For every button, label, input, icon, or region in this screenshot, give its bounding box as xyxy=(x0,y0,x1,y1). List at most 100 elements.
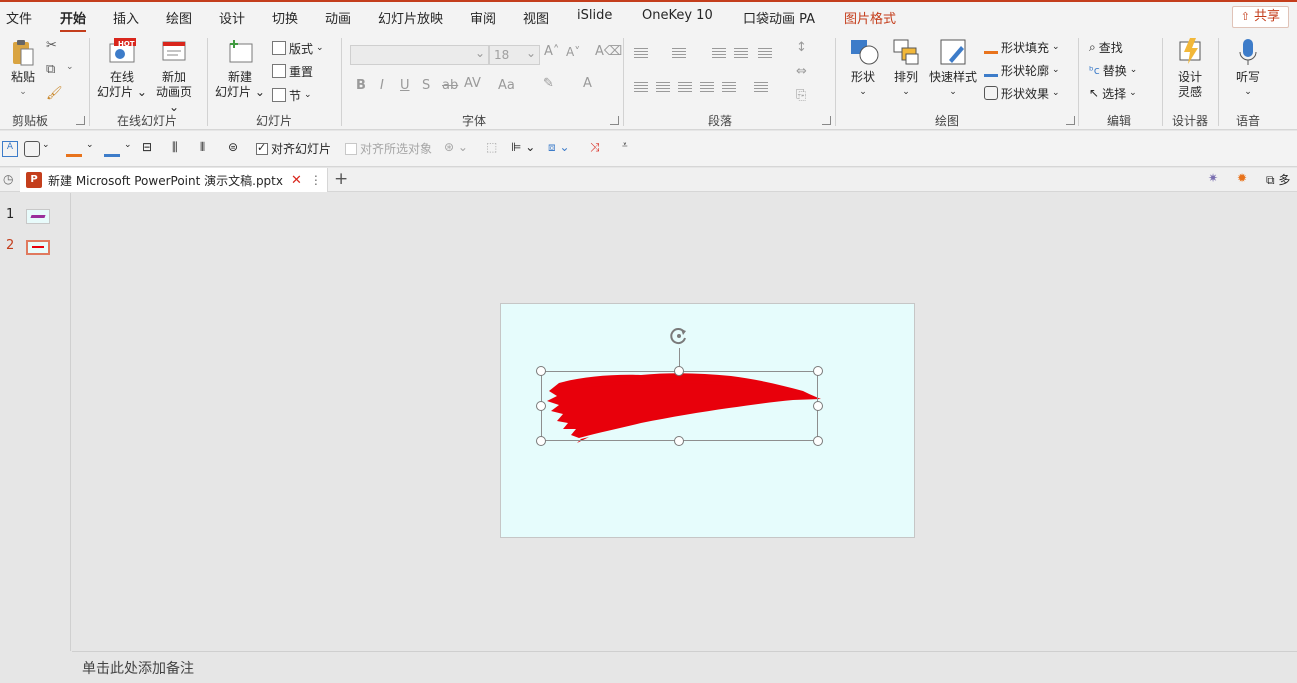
distribute-h-icon[interactable]: ⫴ xyxy=(200,140,205,155)
copy-icon[interactable]: ⧉ xyxy=(46,62,55,77)
resize-handle-n[interactable] xyxy=(674,366,684,376)
columns-icon[interactable] xyxy=(754,82,768,94)
clipboard-launcher-icon[interactable] xyxy=(76,116,85,125)
decrease-font-icon[interactable]: A˅ xyxy=(566,45,580,59)
shape-effects-button[interactable]: 形状效果 ⌄ xyxy=(984,84,1060,102)
line-color-icon[interactable] xyxy=(104,141,120,157)
resize-handle-se[interactable] xyxy=(813,436,823,446)
document-tab[interactable]: P 新建 Microsoft PowerPoint 演示文稿.pptx ✕ ⋮ xyxy=(20,168,328,192)
font-color-icon[interactable]: A xyxy=(583,76,592,91)
align-left-icon[interactable] xyxy=(634,82,648,94)
tab-slideshow[interactable]: 幻灯片放映 xyxy=(378,8,443,27)
justify-icon[interactable] xyxy=(700,82,714,94)
tab-picture-format[interactable]: 图片格式 xyxy=(844,8,896,27)
align-text-icon[interactable]: ⇔ xyxy=(796,64,807,79)
gear-icon[interactable]: ✹ xyxy=(1237,171,1247,185)
slide-thumbnail-2[interactable] xyxy=(26,240,50,255)
underline-icon[interactable]: U xyxy=(400,78,410,93)
replace-button[interactable]: ᵇc 替换 ⌄ xyxy=(1089,61,1137,79)
strikethrough-icon[interactable]: ab xyxy=(442,78,458,93)
resize-handle-w[interactable] xyxy=(536,401,546,411)
italic-icon[interactable]: I xyxy=(380,78,384,93)
text-direction-icon[interactable]: ↕ xyxy=(796,40,807,55)
resize-handle-nw[interactable] xyxy=(536,366,546,376)
online-slides-button[interactable]: HOT 在线 幻灯片 ⌄ xyxy=(96,38,148,100)
resize-handle-sw[interactable] xyxy=(536,436,546,446)
smartart-icon[interactable]: ⎘ xyxy=(796,88,806,103)
align-left-objects-icon[interactable]: ⊫ ⌄ xyxy=(511,140,535,154)
font-size-combo[interactable]: 18 xyxy=(489,44,540,65)
add-tab-icon[interactable]: + xyxy=(334,169,348,189)
change-case-icon[interactable]: Aa xyxy=(498,78,515,93)
chevron-down-icon[interactable]: ⌄ xyxy=(86,140,94,150)
tab-pocket-animation[interactable]: 口袋动画 PA xyxy=(743,8,815,27)
resize-handle-ne[interactable] xyxy=(813,366,823,376)
decrease-indent-icon[interactable] xyxy=(712,48,726,60)
paragraph-launcher-icon[interactable] xyxy=(822,116,831,125)
bullets-icon[interactable] xyxy=(634,48,648,60)
tab-animations[interactable]: 动画 xyxy=(325,8,351,27)
resize-icon[interactable]: ⧈ ⌄ xyxy=(548,140,570,155)
tab-review[interactable]: 审阅 xyxy=(470,8,496,27)
textbox-icon[interactable]: A xyxy=(2,141,18,157)
font-name-combo[interactable] xyxy=(350,44,489,65)
layout-button[interactable]: 版式 ⌄ xyxy=(272,39,324,57)
font-launcher-icon[interactable] xyxy=(610,116,619,125)
notes-pane[interactable]: 单击此处添加备注 xyxy=(72,651,1297,683)
resize-handle-s[interactable] xyxy=(674,436,684,446)
char-spacing-icon[interactable]: AV xyxy=(464,76,481,91)
slide[interactable] xyxy=(500,303,915,538)
new-slide-button[interactable]: 新建 幻灯片 ⌄ xyxy=(214,38,266,100)
shuffle-icon[interactable]: ⤨ xyxy=(590,140,600,155)
align-center-h-icon[interactable]: ⊟ xyxy=(142,140,152,154)
find-button[interactable]: ⌕ 查找 xyxy=(1089,38,1123,56)
tab-islide[interactable]: iSlide xyxy=(577,8,612,23)
align-middle-v-icon[interactable]: ⫼ xyxy=(172,140,178,155)
align-selected-checkbox[interactable]: 对齐所选对象 xyxy=(345,140,432,157)
design-ideas-button[interactable]: 设计 灵感 xyxy=(1168,38,1212,100)
chevron-down-icon[interactable]: ⌄ xyxy=(124,140,132,150)
crop-frame-icon[interactable]: ⬚ xyxy=(486,140,497,154)
align-right-icon[interactable] xyxy=(678,82,692,94)
quick-styles-button[interactable]: 快速样式 ⌄ xyxy=(926,38,980,100)
multi-window-button[interactable]: ⧉ 多 xyxy=(1266,171,1290,188)
dictate-button[interactable]: 听写 ⌄ xyxy=(1226,38,1270,100)
highlight-icon[interactable]: ✎ xyxy=(543,76,554,91)
align-center-icon[interactable] xyxy=(656,82,670,94)
reset-button[interactable]: 重置 xyxy=(272,62,313,80)
rotate-handle-icon[interactable] xyxy=(669,326,689,346)
slide-thumbnail-1[interactable] xyxy=(26,209,50,224)
close-icon[interactable]: ✕ xyxy=(291,173,302,188)
numbering-icon[interactable] xyxy=(672,48,686,60)
tab-transitions[interactable]: 切换 xyxy=(272,8,298,27)
section-button[interactable]: 节 ⌄ xyxy=(272,86,312,104)
tab-design[interactable]: 设计 xyxy=(219,8,245,27)
bold-icon[interactable]: B xyxy=(356,78,366,93)
tab-insert[interactable]: 插入 xyxy=(113,8,139,27)
arrange-button[interactable]: 排列 ⌄ xyxy=(888,38,924,100)
format-painter-icon[interactable]: 🖌 xyxy=(46,86,63,101)
shadow-icon[interactable]: S xyxy=(422,78,430,93)
resize-handle-e[interactable] xyxy=(813,401,823,411)
new-animation-page-button[interactable]: 新加 动画页 ⌄ xyxy=(150,38,198,115)
history-icon[interactable]: ◷ xyxy=(3,172,13,186)
shape-fill-button[interactable]: 形状填充 ⌄ xyxy=(984,38,1060,56)
tab-home[interactable]: 开始 xyxy=(60,8,87,33)
line-spacing-icon[interactable] xyxy=(758,48,772,60)
tab-draw[interactable]: 绘图 xyxy=(166,8,192,27)
drawing-launcher-icon[interactable] xyxy=(1066,116,1075,125)
shape-icon[interactable] xyxy=(24,141,40,157)
align-to-slide-checkbox[interactable]: 对齐幻灯片 xyxy=(256,140,331,157)
chevron-down-icon[interactable]: ⌄ xyxy=(66,62,74,72)
cut-icon[interactable]: ✂ xyxy=(46,38,57,53)
clear-format-icon[interactable]: A⌫ xyxy=(595,44,622,59)
share-button[interactable]: ⇧ 共享 xyxy=(1231,6,1289,28)
select-button[interactable]: ↖ 选择 ⌄ xyxy=(1089,84,1137,102)
group-objects-icon[interactable]: ⊛ ⌄ xyxy=(444,140,468,154)
shapes-button[interactable]: 形状 ⌄ xyxy=(845,38,881,100)
shape-outline-button[interactable]: 形状轮廓 ⌄ xyxy=(984,61,1060,79)
distribute-v-icon[interactable]: ⊜ xyxy=(228,140,238,154)
magic-icon[interactable]: ✷ xyxy=(1208,171,1218,185)
fill-color-icon[interactable] xyxy=(66,141,82,157)
tab-file[interactable]: 文件 xyxy=(6,8,32,27)
